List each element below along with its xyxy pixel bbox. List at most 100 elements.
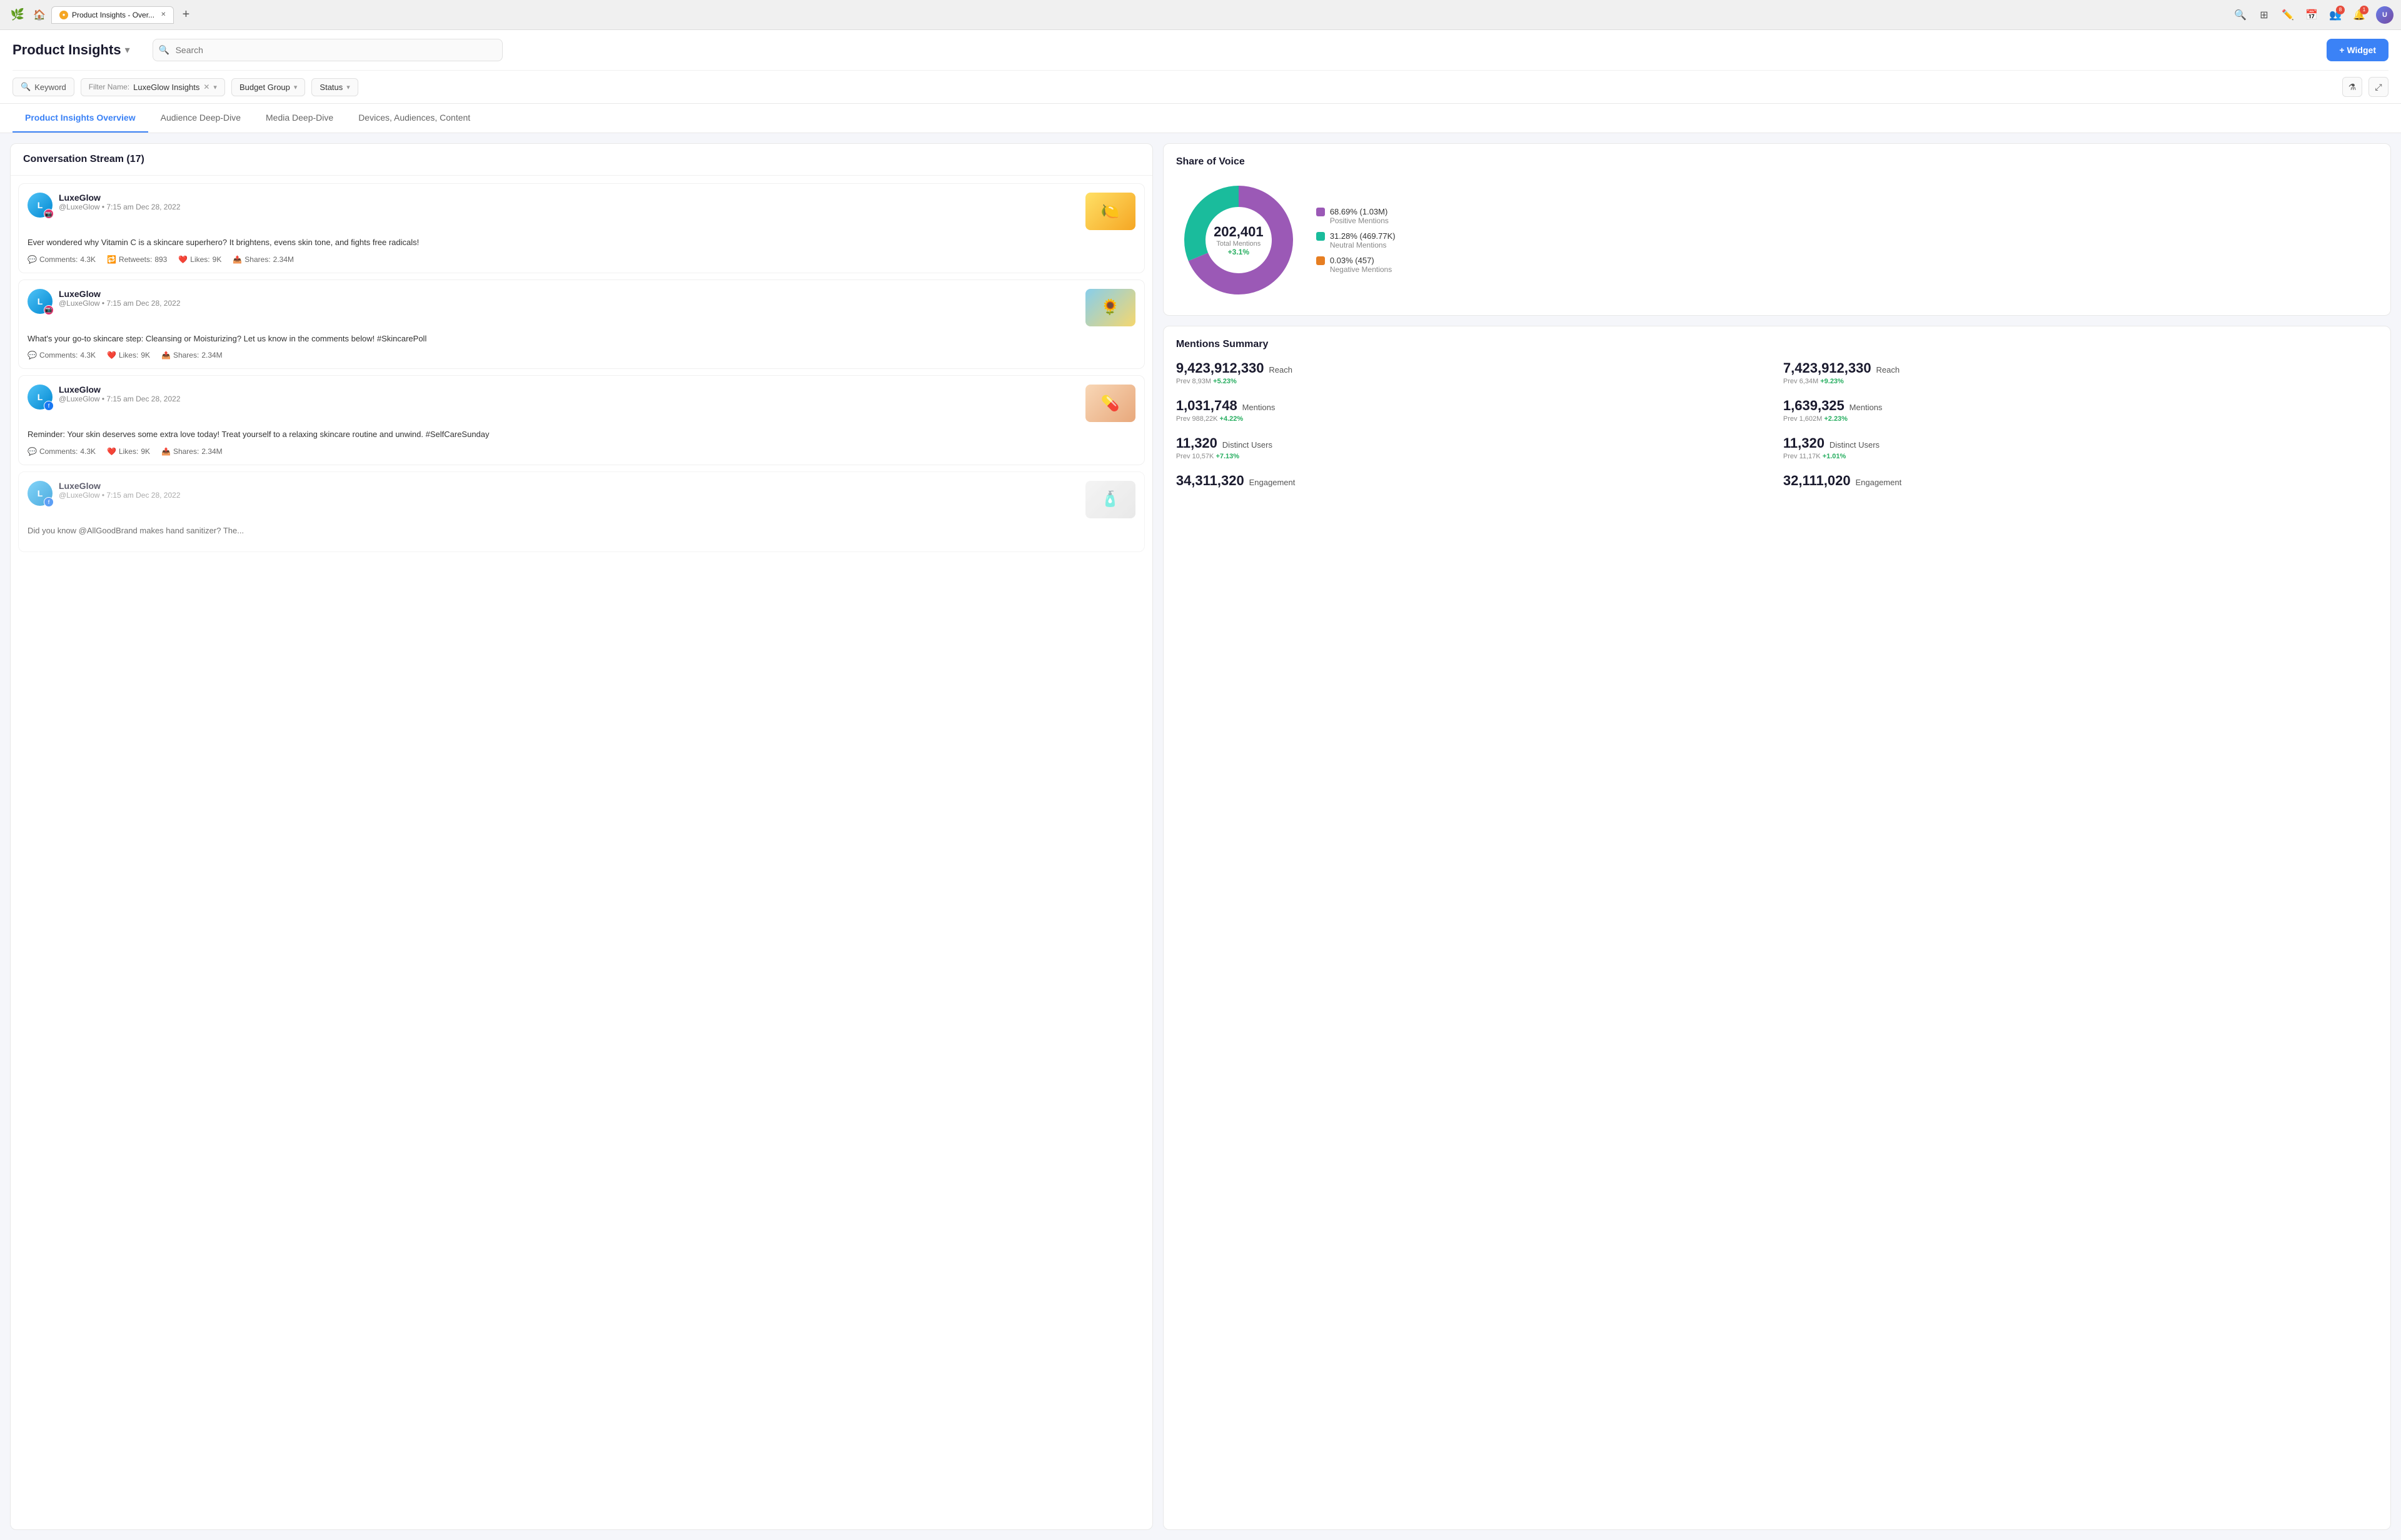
share-icon: 📤 (161, 351, 171, 360)
browser-grid-icon[interactable]: ⊞ (2257, 8, 2271, 22)
metric-change-users-2: +1.01% (1823, 453, 1846, 460)
users-badge: 8 (2336, 6, 2345, 14)
post-header: L 📷 LuxeGlow @LuxeGlow • 7:15 am Dec 28,… (28, 193, 1135, 230)
browser-users-icon[interactable]: 👥 8 (2328, 8, 2342, 22)
keyword-filter[interactable]: 🔍 Keyword (13, 78, 74, 96)
filter-name-pill[interactable]: Filter Name: LuxeGlow Insights ✕ ▾ (81, 78, 225, 96)
stat-shares: 📤 Shares: 2.34M (161, 447, 223, 456)
browser-tab-active[interactable]: ● Product Insights - Over... ✕ (51, 6, 174, 24)
post-header: L 📷 LuxeGlow @LuxeGlow • 7:15 am Dec 28,… (28, 289, 1135, 326)
post-image-sunflower: 🌻 (1085, 289, 1135, 326)
stat-retweets-value: 893 (154, 255, 167, 264)
donut-chart: 202,401 Total Mentions +3.1% (1176, 178, 1301, 303)
stat-likes: ❤️ Likes: 9K (107, 447, 150, 456)
legend-dot-negative (1316, 256, 1325, 265)
conversation-list: L 📷 LuxeGlow @LuxeGlow • 7:15 am Dec 28,… (11, 176, 1152, 1529)
legend-sublabel-positive: Positive Mentions (1330, 216, 1389, 225)
social-badge-facebook: f (44, 497, 54, 507)
share-icon: 📤 (233, 255, 242, 264)
header-top: Product Insights ▾ 🔍 + Widget (13, 30, 2388, 70)
post-handle: @LuxeGlow • 7:15 am Dec 28, 2022 (59, 395, 1079, 403)
metric-unit-users-2: Distinct Users (1830, 440, 1880, 450)
like-icon: ❤️ (107, 447, 116, 456)
post-image-lemons: 🍋 (1085, 193, 1135, 230)
stat-likes-label: Likes: (119, 447, 138, 456)
metric-reach-2: 7,423,912,330 Reach Prev 6,34M +9.23% (1783, 360, 2378, 385)
metric-prev-mentions-1: Prev 988,22K +4.22% (1176, 415, 1771, 423)
metric-unit-mentions-1: Mentions (1242, 403, 1276, 412)
legend-value-negative: 0.03% (457) (1330, 256, 1392, 265)
metric-unit-reach-1: Reach (1269, 365, 1292, 375)
filter-funnel-button[interactable]: ⚗ (2342, 77, 2362, 97)
post-handle: @LuxeGlow • 7:15 am Dec 28, 2022 (59, 491, 1079, 500)
stat-comments: 💬 Comments: 4.3K (28, 447, 96, 456)
share-icon: 📤 (161, 447, 171, 456)
browser-bell-icon[interactable]: 🔔 1 (2352, 8, 2366, 22)
stat-likes-label: Likes: (190, 255, 209, 264)
stat-shares-label: Shares: (244, 255, 270, 264)
post-meta: LuxeGlow @LuxeGlow • 7:15 am Dec 28, 202… (59, 385, 1079, 403)
filter-expand-button[interactable]: ⤢ (2368, 77, 2388, 97)
legend-sublabel-negative: Negative Mentions (1330, 265, 1392, 274)
tab-label: Product Insights - Over... (72, 11, 154, 19)
post-card: L 📷 LuxeGlow @LuxeGlow • 7:15 am Dec 28,… (18, 183, 1145, 273)
legend-text-neutral: 31.28% (469.77K) Neutral Mentions (1330, 231, 1396, 249)
post-avatar-wrap: L 📷 (28, 193, 53, 218)
status-filter[interactable]: Status ▾ (311, 78, 358, 96)
share-of-voice-card: Share of Voice 202,401 Total Mentions (1163, 143, 2391, 316)
stat-shares-value: 2.34M (201, 447, 222, 456)
legend-sublabel-neutral: Neutral Mentions (1330, 241, 1396, 249)
stat-comments-label: Comments: (39, 351, 78, 360)
tab-product-insights-overview[interactable]: Product Insights Overview (13, 104, 148, 133)
social-badge-facebook: f (44, 401, 54, 411)
post-meta: LuxeGlow @LuxeGlow • 7:15 am Dec 28, 202… (59, 193, 1079, 211)
metric-unit-engagement-1: Engagement (1249, 478, 1296, 487)
tab-devices-audiences-content[interactable]: Devices, Audiences, Content (346, 104, 483, 133)
post-text: Reminder: Your skin deserves some extra … (28, 428, 1135, 441)
post-card: L 📷 LuxeGlow @LuxeGlow • 7:15 am Dec 28,… (18, 279, 1145, 370)
browser-calendar-icon[interactable]: 📅 (2305, 8, 2318, 22)
stat-likes: ❤️ Likes: 9K (178, 255, 221, 264)
title-dropdown-icon[interactable]: ▾ (125, 44, 130, 56)
mentions-summary-title: Mentions Summary (1176, 339, 2378, 350)
search-input[interactable] (153, 39, 503, 61)
tab-media-deep-dive[interactable]: Media Deep-Dive (253, 104, 346, 133)
metric-value-reach-2: 7,423,912,330 (1783, 360, 1871, 376)
home-icon[interactable]: 🏠 (33, 8, 46, 22)
bell-badge: 1 (2360, 6, 2368, 14)
legend-negative: 0.03% (457) Negative Mentions (1316, 256, 1396, 274)
tab-audience-deep-dive[interactable]: Audience Deep-Dive (148, 104, 253, 133)
conversation-stream-header: Conversation Stream (17) (11, 144, 1152, 176)
widget-button[interactable]: + Widget (2327, 39, 2388, 61)
user-avatar[interactable]: U (2376, 6, 2393, 24)
status-chevron: ▾ (346, 83, 350, 91)
new-tab-button[interactable]: + (179, 8, 193, 22)
metric-prev-label-mentions-1: Prev 988,22K (1176, 415, 1218, 423)
metric-value-engagement-2: 32,111,020 (1783, 473, 1851, 488)
metric-value-users-1: 11,320 (1176, 435, 1217, 451)
metric-users-2: 11,320 Distinct Users Prev 11,17K +1.01% (1783, 435, 2378, 460)
stat-comments-value: 4.3K (80, 351, 96, 360)
metric-prev-reach-1: Prev 8,93M +5.23% (1176, 378, 1771, 385)
post-header: L f LuxeGlow @LuxeGlow • 7:15 am Dec 28,… (28, 481, 1135, 518)
legend-text-negative: 0.03% (457) Negative Mentions (1330, 256, 1392, 274)
budget-group-filter[interactable]: Budget Group ▾ (231, 78, 305, 96)
legend-text-positive: 68.69% (1.03M) Positive Mentions (1330, 207, 1389, 225)
post-text: Did you know @AllGoodBrand makes hand sa… (28, 525, 1135, 537)
page-title-wrap: Product Insights ▾ (13, 42, 130, 58)
browser-search-icon[interactable]: 🔍 (2233, 8, 2247, 22)
sov-content: 202,401 Total Mentions +3.1% 68.69% (1.0… (1176, 178, 2378, 303)
metric-prev-label-mentions-2: Prev 1,602M (1783, 415, 1822, 423)
stat-comments: 💬 Comments: 4.3K (28, 351, 96, 360)
browser-edit-icon[interactable]: ✏️ (2281, 8, 2295, 22)
metric-mentions-1: 1,031,748 Mentions Prev 988,22K +4.22% (1176, 398, 1771, 423)
comment-icon: 💬 (28, 351, 37, 360)
filter-name-remove[interactable]: ✕ (203, 83, 209, 91)
metric-change-reach-1: +5.23% (1213, 378, 1237, 385)
keyword-label: Keyword (34, 83, 66, 92)
app-logo: 🌿 (8, 5, 28, 25)
budget-group-label: Budget Group (239, 83, 290, 92)
status-label: Status (320, 83, 343, 92)
legend-neutral: 31.28% (469.77K) Neutral Mentions (1316, 231, 1396, 249)
tab-close-button[interactable]: ✕ (161, 11, 166, 18)
